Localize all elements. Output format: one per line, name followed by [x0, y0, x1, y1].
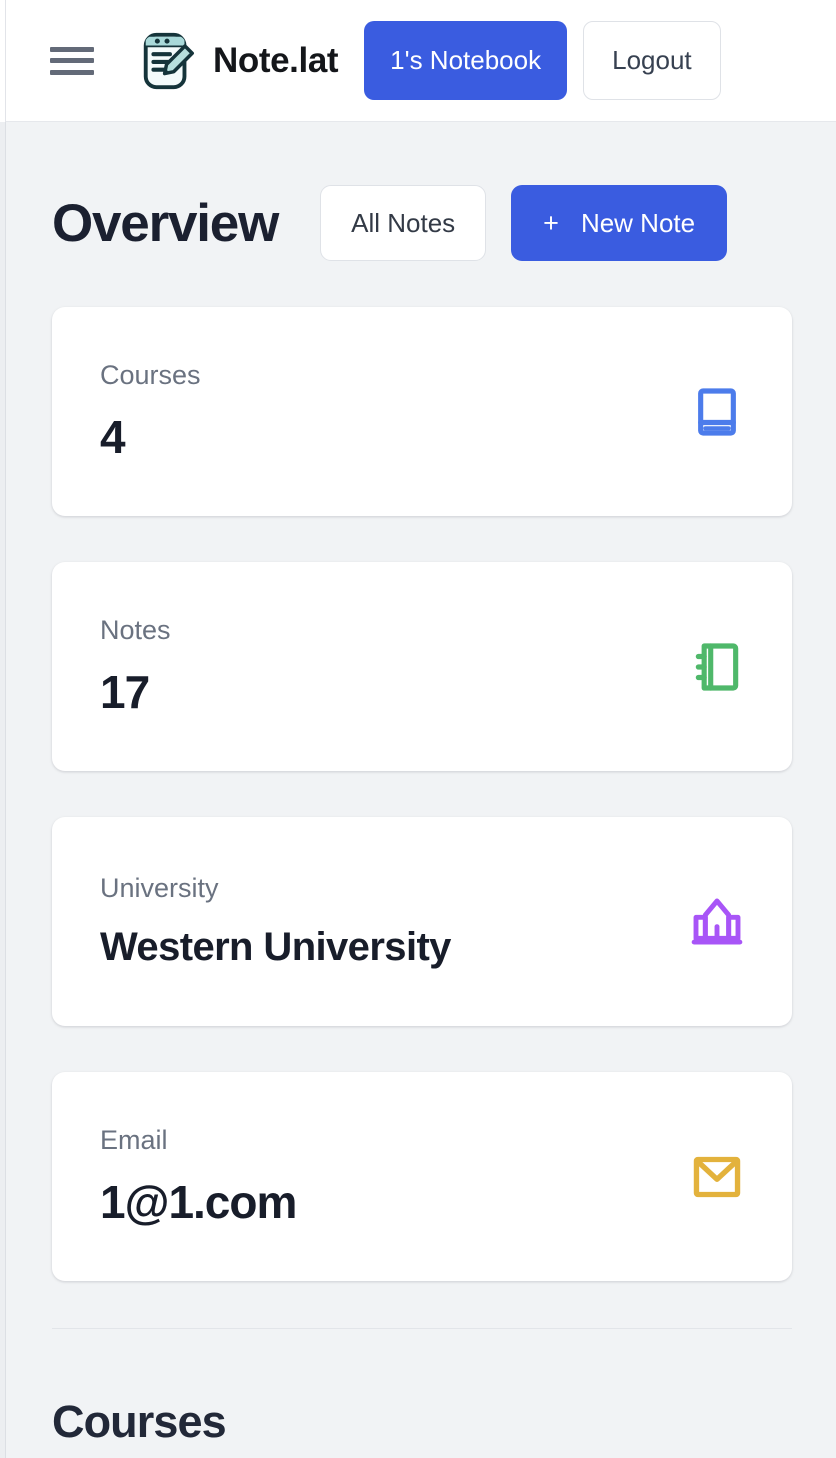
courses-section-title: Courses — [52, 1396, 227, 1447]
stat-text: Notes 17 — [100, 614, 171, 718]
stat-card-email[interactable]: Email 1@1.com — [52, 1072, 792, 1281]
landmark-icon — [689, 894, 745, 950]
all-notes-button[interactable]: All Notes — [320, 185, 487, 261]
new-note-label: New Note — [580, 207, 696, 238]
page-title: Overview — [52, 193, 279, 253]
stat-text: Courses 4 — [100, 359, 201, 463]
new-note-button[interactable]: + New Note — [511, 185, 728, 261]
stat-card-list: Courses 4 Notes 17 University Western Un… — [52, 307, 792, 1281]
stat-value: 17 — [100, 665, 150, 718]
stat-card-notes[interactable]: Notes 17 — [52, 562, 792, 771]
section-divider — [52, 1328, 792, 1329]
stat-card-courses[interactable]: Courses 4 — [52, 307, 792, 516]
book-icon — [689, 384, 745, 440]
stat-text: Email 1@1.com — [100, 1124, 297, 1228]
hamburger-bar — [50, 69, 94, 75]
plus-icon: + — [543, 207, 559, 238]
hamburger-bar — [50, 46, 94, 52]
hamburger-bar — [50, 58, 94, 63]
overview-header-row: Overview All Notes + New Note — [52, 122, 792, 261]
brand-logo[interactable]: Note.lat — [137, 30, 339, 92]
notebook-icon — [689, 639, 745, 695]
main-content: Overview All Notes + New Note Courses 4 — [0, 122, 836, 1444]
logout-button[interactable]: Logout — [583, 21, 721, 100]
stat-text: University Western University — [100, 873, 451, 969]
page-scroll-rail[interactable] — [0, 122, 6, 1458]
stat-value: 1@1.com — [100, 1175, 297, 1228]
stat-label: Courses — [100, 359, 201, 390]
envelope-icon — [689, 1149, 745, 1205]
stat-value: Western University — [100, 925, 451, 969]
notepad-pencil-logo-icon — [137, 30, 199, 92]
stat-label: Email — [100, 1124, 168, 1155]
brand-name: Note.lat — [213, 40, 339, 80]
stat-label: Notes — [100, 614, 171, 645]
stat-card-university[interactable]: University Western University — [52, 817, 792, 1026]
hamburger-menu-icon[interactable] — [50, 44, 94, 78]
stat-label: University — [100, 873, 219, 903]
user-notebook-button[interactable]: 1's Notebook — [364, 21, 568, 100]
app-header: Note.lat 1's Notebook Logout — [0, 0, 836, 122]
stat-value: 4 — [100, 410, 126, 463]
